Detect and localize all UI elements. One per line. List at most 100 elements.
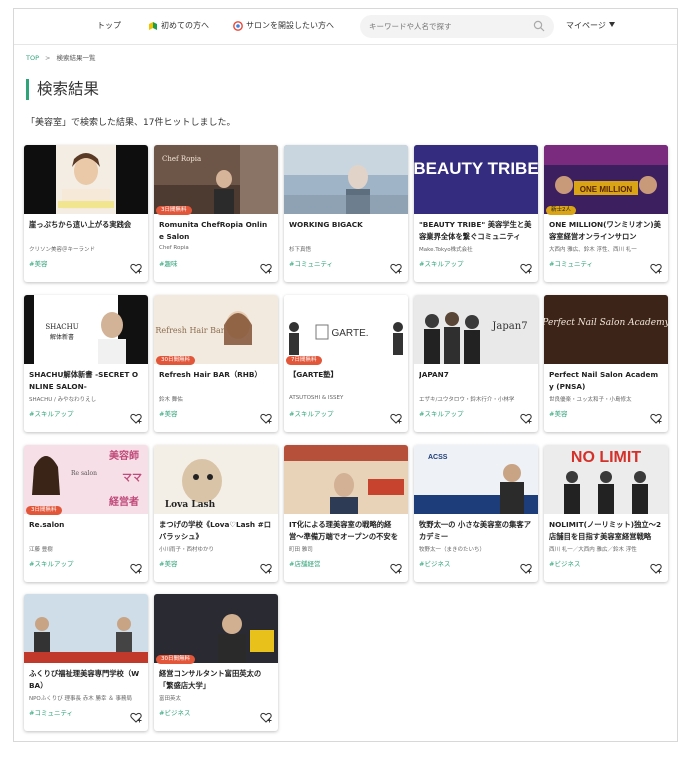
nav-top[interactable]: トップ (97, 20, 121, 31)
card-thumbnail: Refresh Hair Bar (154, 295, 278, 364)
card-title: SHACHU解体新書 -SECRET ONLINE SALON- (29, 370, 139, 391)
thumb-text: ACSS (428, 454, 448, 461)
favorite-heart-icon[interactable] (260, 413, 272, 424)
search-input[interactable] (360, 15, 554, 38)
thumb-text: Japan7 (491, 321, 527, 332)
favorite-heart-icon[interactable] (520, 263, 532, 274)
card-owner: エザキ/ユウタロウ・鈴木行介・小林学 (419, 397, 515, 403)
salon-card[interactable]: SHACHU 解体新書 SHACHU解体新書 -SECRET ONLINE SA… (24, 295, 148, 432)
free-trial-badge: 3日間無料 (156, 206, 192, 215)
card-tag[interactable]: #スキルアップ (289, 408, 333, 418)
card-tag[interactable]: #コミュニティ (549, 258, 593, 268)
breadcrumb-top-link[interactable]: TOP (26, 54, 39, 62)
thumb-text: ママ (122, 473, 142, 484)
card-tag[interactable]: #美容 (549, 408, 567, 418)
card-owner: NPOふくりび 理事長 赤木 勝幸 ＆ 事務局 (29, 696, 133, 702)
favorite-heart-icon[interactable] (130, 263, 142, 274)
favorite-heart-icon[interactable] (260, 712, 272, 723)
card-owner: Chef Ropia (159, 245, 189, 251)
card-tag[interactable]: #コミュニティ (29, 707, 73, 717)
favorite-heart-icon[interactable] (390, 413, 402, 424)
salon-card[interactable]: ONE MILLION 新士2人 ONE MILLION(ワンミリオン)美容室経… (544, 145, 668, 282)
card-tag[interactable]: #スキルアップ (419, 258, 463, 268)
card-owner: 牧野太一（まきのたいち） (419, 547, 486, 553)
salon-card[interactable]: WORKING BIGACK 杉下真悟 #コミュニティ (284, 145, 408, 282)
salon-card[interactable]: 美容師 ママ 経営者 Re salon 3日間無料 Re.salon 江藤 豊樹… (24, 445, 148, 582)
favorite-heart-icon[interactable] (650, 413, 662, 424)
salon-card[interactable]: ACSS 牧野太一の 小さな美容室の集客アカデミー 牧野太一（まきのたいち） #… (414, 445, 538, 582)
breadcrumb: TOP > 検索結果一覧 (26, 52, 95, 62)
card-owner: 町田 雅司 (289, 547, 313, 553)
favorite-heart-icon[interactable] (520, 413, 532, 424)
card-thumbnail (154, 594, 278, 663)
card-tag[interactable]: #ビジネス (549, 558, 580, 568)
card-tag[interactable]: #スキルアップ (419, 408, 463, 418)
thumb-text: 経営者 (109, 495, 139, 508)
card-tag[interactable]: #美容 (159, 408, 177, 418)
card-tag[interactable]: #スキルアップ (29, 558, 73, 568)
salon-logo-icon (233, 20, 243, 31)
thumb-text: Refresh Hair Bar (155, 326, 224, 335)
card-title: 牧野太一の 小さな美容室の集客アカデミー (419, 520, 531, 541)
nav-open-salon[interactable]: サロンを開設したい方へ (233, 20, 334, 31)
nav-beginners-label: 初めての方へ (161, 21, 209, 30)
card-owner: Make.Tokyo株式会社 (419, 247, 473, 253)
card-tag[interactable]: #ビジネス (159, 707, 190, 717)
card-title: まつげの学校《Lova♡Lash #ロバラッシュ》 (159, 520, 272, 541)
salon-card[interactable]: Perfect Nail Salon Academy Perfect Nail … (544, 295, 668, 432)
free-trial-badge: 30日間無料 (156, 356, 195, 365)
favorite-heart-icon[interactable] (650, 563, 662, 574)
salon-card[interactable]: GARTE. 7日間無料 【GARTE塾】 ATSUTOSHI & ISSEY … (284, 295, 408, 432)
mypage-label: マイページ (566, 21, 606, 30)
thumb-text: Perfect Nail Salon Academy (544, 318, 668, 328)
thumb-text: Chef Ropia (162, 155, 201, 163)
mypage-menu[interactable]: マイページ (566, 20, 615, 31)
salon-card[interactable]: BEAUTY TRIBE "BEAUTY TRIBE" 美容学生と美容業界全体を… (414, 145, 538, 282)
favorite-heart-icon[interactable] (650, 263, 662, 274)
card-owner: 富田英太 (159, 696, 182, 702)
favorite-heart-icon[interactable] (520, 563, 532, 574)
card-thumbnail: Chef Ropia (154, 145, 278, 214)
card-thumbnail: SHACHU 解体新書 (24, 295, 148, 364)
card-tag[interactable]: #趣味 (159, 258, 177, 268)
salon-card[interactable]: Japan7 JAPAN7 エザキ/ユウタロウ・鈴木行介・小林学 #スキルアップ (414, 295, 538, 432)
card-owner: 小川雨子・西村ゆかり (159, 547, 215, 553)
favorite-heart-icon[interactable] (390, 563, 402, 574)
card-tag[interactable]: #コミュニティ (289, 258, 333, 268)
card-title: Perfect Nail Salon Academy (PNSA) (549, 370, 659, 391)
favorite-heart-icon[interactable] (260, 563, 272, 574)
card-tag[interactable]: #スキルアップ (29, 408, 73, 418)
favorite-heart-icon[interactable] (390, 263, 402, 274)
card-tag[interactable]: #店舗経営 (289, 558, 320, 568)
salon-card[interactable]: Lova Lash まつげの学校《Lova♡Lash #ロバラッシュ》 小川雨子… (154, 445, 278, 582)
thumb-text: SHACHU (45, 323, 78, 331)
site-header: トップ 初めての方へ サロンを開設したい方へ マイページ (14, 9, 677, 45)
card-title: NOLIMIT(ノーリミット)独立〜2店舗目を目指す美容室経営戦略 (549, 520, 662, 541)
card-tag[interactable]: #ビジネス (419, 558, 450, 568)
thumb-text: Lova Lash (165, 500, 216, 510)
card-owner: 西川 礼一／大西内 雅広／鈴木 浮性 (549, 547, 637, 553)
card-owner: SHACHU / みやなわりえし (29, 397, 97, 403)
card-thumbnail: Japan7 (414, 295, 538, 364)
favorite-heart-icon[interactable] (130, 413, 142, 424)
salon-card[interactable]: ふくりび福祉理美容専門学校（WBA） NPOふくりび 理事長 赤木 勝幸 ＆ 事… (24, 594, 148, 731)
beginner-mark-icon (149, 21, 157, 30)
nav-beginners[interactable]: 初めての方へ (148, 20, 209, 31)
favorite-heart-icon[interactable] (260, 263, 272, 274)
card-owner: 杉下真悟 (289, 247, 312, 253)
favorite-heart-icon[interactable] (130, 563, 142, 574)
favorite-heart-icon[interactable] (130, 712, 142, 723)
salon-card[interactable]: 崖っぷちから這い上がる実践会 クリソン美容＠キーランド #美容 (24, 145, 148, 282)
card-thumbnail (24, 145, 148, 214)
salon-card[interactable]: 30日間無料 経営コンサルタント富田英太の「繁盛店大学」 富田英太 #ビジネス (154, 594, 278, 731)
salon-card[interactable]: IT化による理美容室の戦略的経営〜準備万端でオープンの不安を 町田 雅司 #店舗… (284, 445, 408, 582)
salon-card[interactable]: NO LIMIT NOLIMIT(ノーリミット)独立〜2店舗目を目指す美容室経営… (544, 445, 668, 582)
search-icon[interactable] (533, 20, 545, 32)
salon-card[interactable]: Chef Ropia 3日間無料 Romunita ChefRopia Onli… (154, 145, 278, 282)
card-tag[interactable]: #美容 (159, 558, 177, 568)
card-title: 【GARTE塾】 (289, 370, 338, 379)
card-tag[interactable]: #美容 (29, 258, 47, 268)
salon-card[interactable]: Refresh Hair Bar 30日間無料 Refresh Hair BAR… (154, 295, 278, 432)
card-title: WORKING BIGACK (289, 220, 363, 229)
card-thumbnail (284, 145, 408, 214)
